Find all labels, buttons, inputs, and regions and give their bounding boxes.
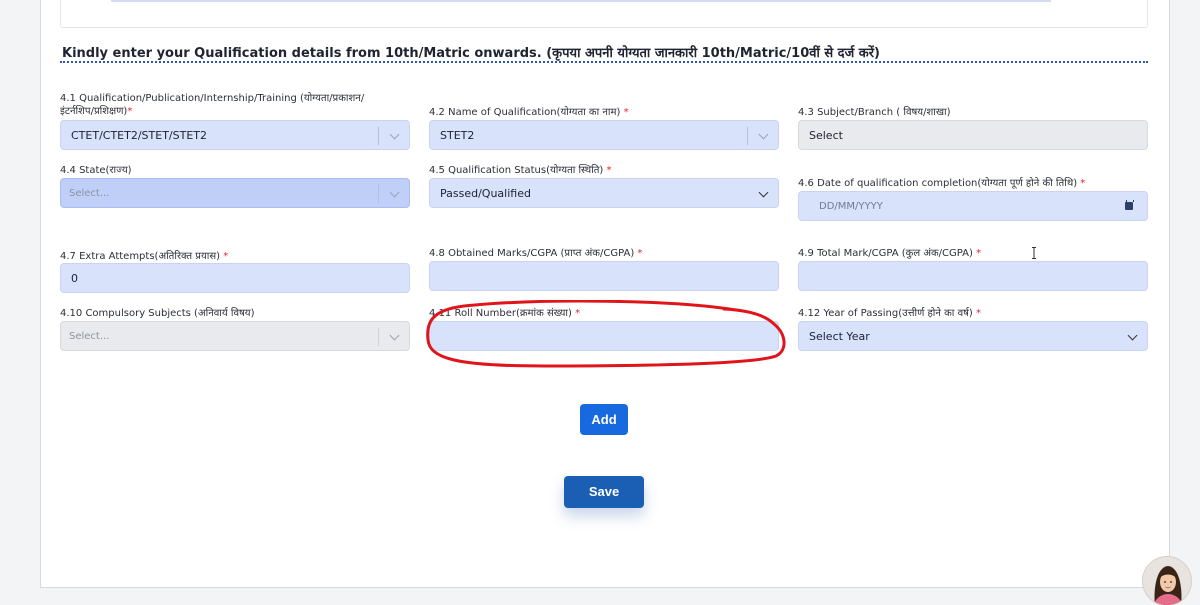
subject-branch-value: Select [809, 129, 843, 142]
compulsory-subjects-label: 4.10 Compulsory Subjects (अनिवार्य विषय) [60, 308, 255, 319]
year-of-passing-label: 4.12 Year of Passing(उत्तीर्ण होने का वर… [798, 308, 982, 319]
qualification-status-label: 4.5 Qualification Status(योग्यता स्थिति)… [429, 165, 612, 176]
text-cursor-icon [1032, 247, 1036, 259]
subject-branch-label: 4.3 Subject/Branch ( विषय/शाखा) [798, 107, 951, 118]
extra-attempts-label: 4.7 Extra Attempts(अतिरिक्त प्रयास) * [60, 251, 229, 262]
chevron-down-icon [758, 129, 769, 140]
add-button[interactable]: Add [580, 404, 628, 435]
avatar-icon[interactable] [1142, 556, 1192, 605]
chevron-down-icon [389, 330, 400, 341]
roll-number-input[interactable] [429, 321, 779, 351]
calendar-icon[interactable] [1125, 200, 1134, 210]
chevron-down-icon [389, 129, 400, 140]
qualification-type-label: 4.1 Qualification/Publication/Internship… [60, 93, 365, 117]
chevron-down-icon [389, 187, 400, 198]
qualification-name-select[interactable]: STET2 [429, 120, 1036, 259]
state-label: 4.4 State(राज्य) [60, 165, 132, 176]
compulsory-subjects-placeholder: Select... [69, 331, 110, 342]
qualification-name-label: 4.2 Name of Qualification(योग्यता का नाम… [429, 107, 629, 118]
obtained-marks-input[interactable] [429, 261, 779, 291]
qualification-type-value: CTET/CTET2/STET/STET2 [71, 129, 207, 142]
roll-number-label: 4.11 Roll Number(क्रमांक संख्या) * [429, 308, 581, 319]
qualification-type-select[interactable]: CTET/CTET2/STET/STET2 [60, 120, 410, 150]
total-marks-input[interactable] [798, 261, 1148, 291]
completion-date-label: 4.6 Date of qualification completion(योग… [798, 178, 1086, 189]
section-heading: Kindly enter your Qualification details … [62, 46, 880, 61]
subject-branch-select[interactable]: Select [798, 120, 1148, 150]
extra-attempts-input[interactable]: 0 [60, 263, 410, 293]
section-divider [60, 61, 1148, 63]
state-select[interactable]: Select... [60, 178, 410, 208]
year-of-passing-value: Select Year [809, 330, 870, 343]
qualification-name-value: STET2 [440, 129, 475, 142]
qualification-status-select[interactable]: Passed/Qualified [429, 178, 779, 208]
compulsory-subjects-select[interactable]: Select... [60, 321, 410, 351]
chevron-down-icon [1127, 330, 1138, 341]
save-button[interactable]: Save [564, 476, 644, 508]
total-marks-label: 4.9 Total Mark/CGPA (कुल अंक/CGPA) * [798, 248, 982, 259]
year-of-passing-select[interactable]: Select Year [798, 321, 1148, 351]
completion-date-input[interactable]: DD/MM/YYYY [798, 191, 1148, 221]
state-placeholder: Select... [69, 188, 110, 199]
qualification-status-value: Passed/Qualified [440, 187, 531, 200]
chevron-down-icon [758, 187, 769, 198]
completion-date-placeholder: DD/MM/YYYY [819, 201, 883, 212]
extra-attempts-value: 0 [71, 272, 78, 285]
previous-section-strip [60, 0, 1148, 28]
obtained-marks-label: 4.8 Obtained Marks/CGPA (प्राप्त अंक/CGP… [429, 248, 643, 259]
